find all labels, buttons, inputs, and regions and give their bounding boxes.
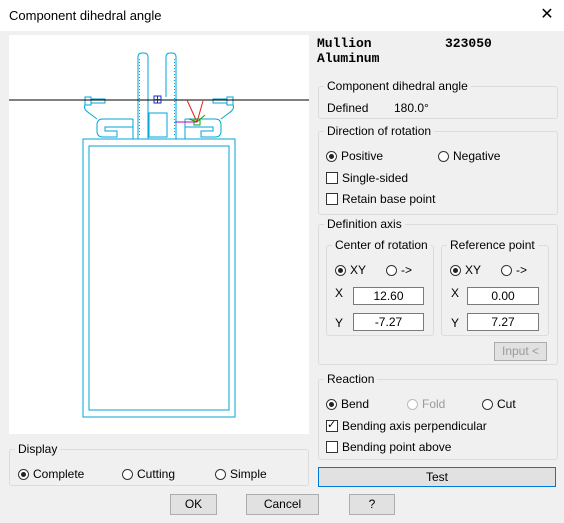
center-x-label: X (335, 286, 344, 300)
display-simple-label: Simple (230, 467, 267, 481)
reference-y-label: Y (451, 316, 460, 330)
display-cutting-radio[interactable]: Cutting (122, 467, 175, 481)
single-sided-label: Single-sided (342, 171, 409, 185)
retain-base-point-checkbox[interactable]: Retain base point (326, 192, 435, 206)
center-xy-label: XY (350, 263, 367, 277)
profile-material: Aluminum (317, 51, 380, 66)
checkbox-icon (326, 172, 338, 184)
radio-disabled-icon (407, 398, 418, 410)
center-y-field[interactable]: -7.27 (353, 313, 424, 331)
cut-label: Cut (497, 397, 516, 411)
center-x-field[interactable]: 12.60 (353, 287, 424, 305)
close-icon[interactable]: ✕ (533, 2, 561, 28)
checkbox-icon (326, 441, 338, 453)
profile-name: Mullion (317, 36, 372, 51)
definition-axis-legend: Definition axis (327, 217, 402, 231)
bending-axis-perpendicular-checkbox[interactable]: Bending axis perpendicular (326, 418, 487, 433)
bend-label: Bend (341, 397, 370, 411)
reference-arrow-label: -> (516, 263, 528, 277)
display-simple-radio[interactable]: Simple (215, 467, 267, 481)
negative-label: Negative (453, 149, 501, 163)
reference-y-field[interactable]: 7.27 (467, 313, 539, 331)
input-button[interactable]: Input < (494, 342, 547, 361)
defined-label: Defined (327, 101, 369, 115)
radio-selected-icon (450, 264, 461, 276)
profile-number: 323050 (445, 36, 492, 51)
bend-radio[interactable]: Bend (326, 397, 369, 411)
profile-center-box (148, 112, 168, 138)
ok-button[interactable]: OK (170, 494, 217, 515)
radio-icon (438, 150, 449, 162)
negative-radio[interactable]: Negative (438, 149, 500, 163)
radio-selected-icon (326, 150, 337, 162)
radio-selected-icon (335, 264, 346, 276)
reaction-legend: Reaction (327, 372, 375, 386)
checkbox-checked-icon (326, 418, 338, 432)
positive-radio[interactable]: Positive (326, 149, 383, 163)
component-angle-legend: Component dihedral angle (327, 79, 468, 93)
radio-icon (122, 468, 133, 480)
reference-xy-radio[interactable]: XY (450, 263, 481, 277)
radio-icon (215, 468, 226, 480)
profile-body-inner (88, 145, 230, 411)
cut-radio[interactable]: Cut (482, 397, 516, 411)
center-y-label: Y (335, 316, 344, 330)
center-arrow-label: -> (401, 263, 413, 277)
display-complete-radio[interactable]: Complete (18, 467, 84, 481)
bending-axis-perpendicular-label: Bending axis perpendicular (342, 419, 487, 433)
display-cutting-label: Cutting (137, 467, 176, 481)
reference-xy-label: XY (465, 263, 482, 277)
profile-left-lip (84, 96, 106, 106)
direction-legend: Direction of rotation (327, 124, 432, 138)
display-complete-label: Complete (33, 467, 85, 481)
radio-selected-icon (18, 468, 29, 480)
profile-right-lip (212, 96, 234, 106)
profile-preview[interactable] (9, 35, 309, 434)
reference-x-label: X (451, 286, 460, 300)
radio-icon (501, 264, 512, 276)
center-of-rotation-legend: Center of rotation (335, 238, 428, 252)
bending-point-above-label: Bending point above (342, 440, 452, 454)
positive-label: Positive (341, 149, 384, 163)
reference-point-legend: Reference point (450, 238, 535, 252)
profile-drawing (9, 52, 309, 418)
profile-body-outer (82, 138, 236, 418)
radio-icon (482, 398, 493, 410)
single-sided-checkbox[interactable]: Single-sided (326, 171, 408, 185)
help-button[interactable]: ? (349, 494, 395, 515)
cancel-button[interactable]: Cancel (246, 494, 319, 515)
radio-selected-icon (326, 398, 337, 410)
radio-icon (386, 264, 397, 276)
bending-point-above-checkbox[interactable]: Bending point above (326, 440, 451, 454)
reference-arrow-radio[interactable]: -> (501, 263, 527, 277)
profile-left-arm (96, 118, 133, 138)
profile-right-curve (220, 104, 234, 120)
center-xy-radio[interactable]: XY (335, 263, 366, 277)
display-legend: Display (18, 442, 58, 456)
defined-value: 180.0° (394, 101, 429, 115)
checkbox-icon (326, 193, 338, 205)
reference-x-field[interactable]: 0.00 (467, 287, 539, 305)
fold-label: Fold (422, 397, 446, 411)
window-title: Component dihedral angle (9, 8, 162, 23)
retain-base-point-label: Retain base point (342, 192, 436, 206)
center-arrow-radio[interactable]: -> (386, 263, 412, 277)
test-button[interactable]: Test (318, 467, 556, 487)
fold-radio[interactable]: Fold (407, 397, 445, 411)
profile-left-curve (84, 104, 98, 120)
